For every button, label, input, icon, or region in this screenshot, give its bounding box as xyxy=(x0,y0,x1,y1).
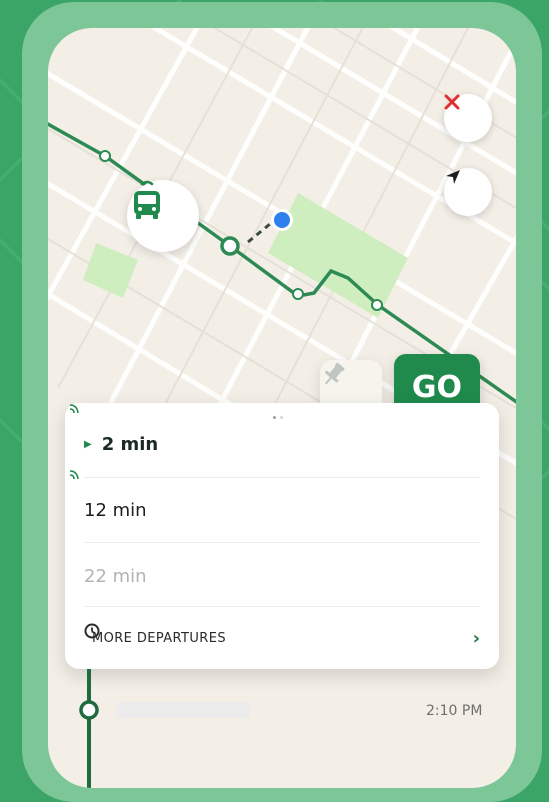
realtime-signal-icon xyxy=(69,470,79,480)
phone-screen: GO ▶ 2 min 12 min 22 min MORE DEPARTURES… xyxy=(48,28,516,788)
more-departures-label: MORE DEPARTURES xyxy=(92,630,226,646)
divider xyxy=(84,477,480,478)
divider xyxy=(84,542,480,543)
departure-row-2[interactable]: 12 min xyxy=(65,470,499,541)
stop-name-placeholder xyxy=(116,702,250,718)
navigation-arrow-icon xyxy=(446,170,460,184)
departure-time: 2 min xyxy=(101,433,159,455)
departure-row-1[interactable]: ▶ 2 min xyxy=(65,404,499,475)
route-stop xyxy=(99,150,111,162)
departure-row-3[interactable]: 22 min xyxy=(65,545,499,607)
departures-card: ▶ 2 min 12 min 22 min MORE DEPARTURES › xyxy=(65,403,499,669)
departure-time: 12 min xyxy=(84,499,147,521)
route-stop xyxy=(371,299,383,311)
more-departures-link[interactable]: MORE DEPARTURES › xyxy=(84,623,480,653)
route-stop xyxy=(292,288,304,300)
close-icon xyxy=(444,94,460,110)
chevron-right-icon: › xyxy=(472,627,480,649)
map-view[interactable]: GO ▶ 2 min 12 min 22 min MORE DEPARTURES… xyxy=(48,28,516,788)
stop-arrival-time: 2:10 PM xyxy=(426,703,483,719)
bus-icon xyxy=(134,180,160,219)
pin-icon xyxy=(324,362,345,385)
realtime-signal-icon xyxy=(69,404,79,414)
selected-caret-icon: ▶ xyxy=(84,438,92,450)
park-area xyxy=(83,243,138,298)
bus-badge[interactable] xyxy=(127,180,199,252)
close-button[interactable] xyxy=(444,94,492,142)
go-button-label: GO xyxy=(411,369,463,405)
clock-icon xyxy=(84,623,100,639)
locate-me-button[interactable] xyxy=(444,168,492,216)
departure-time: 22 min xyxy=(84,565,147,587)
route-stop-current xyxy=(220,236,240,256)
divider xyxy=(84,606,480,607)
